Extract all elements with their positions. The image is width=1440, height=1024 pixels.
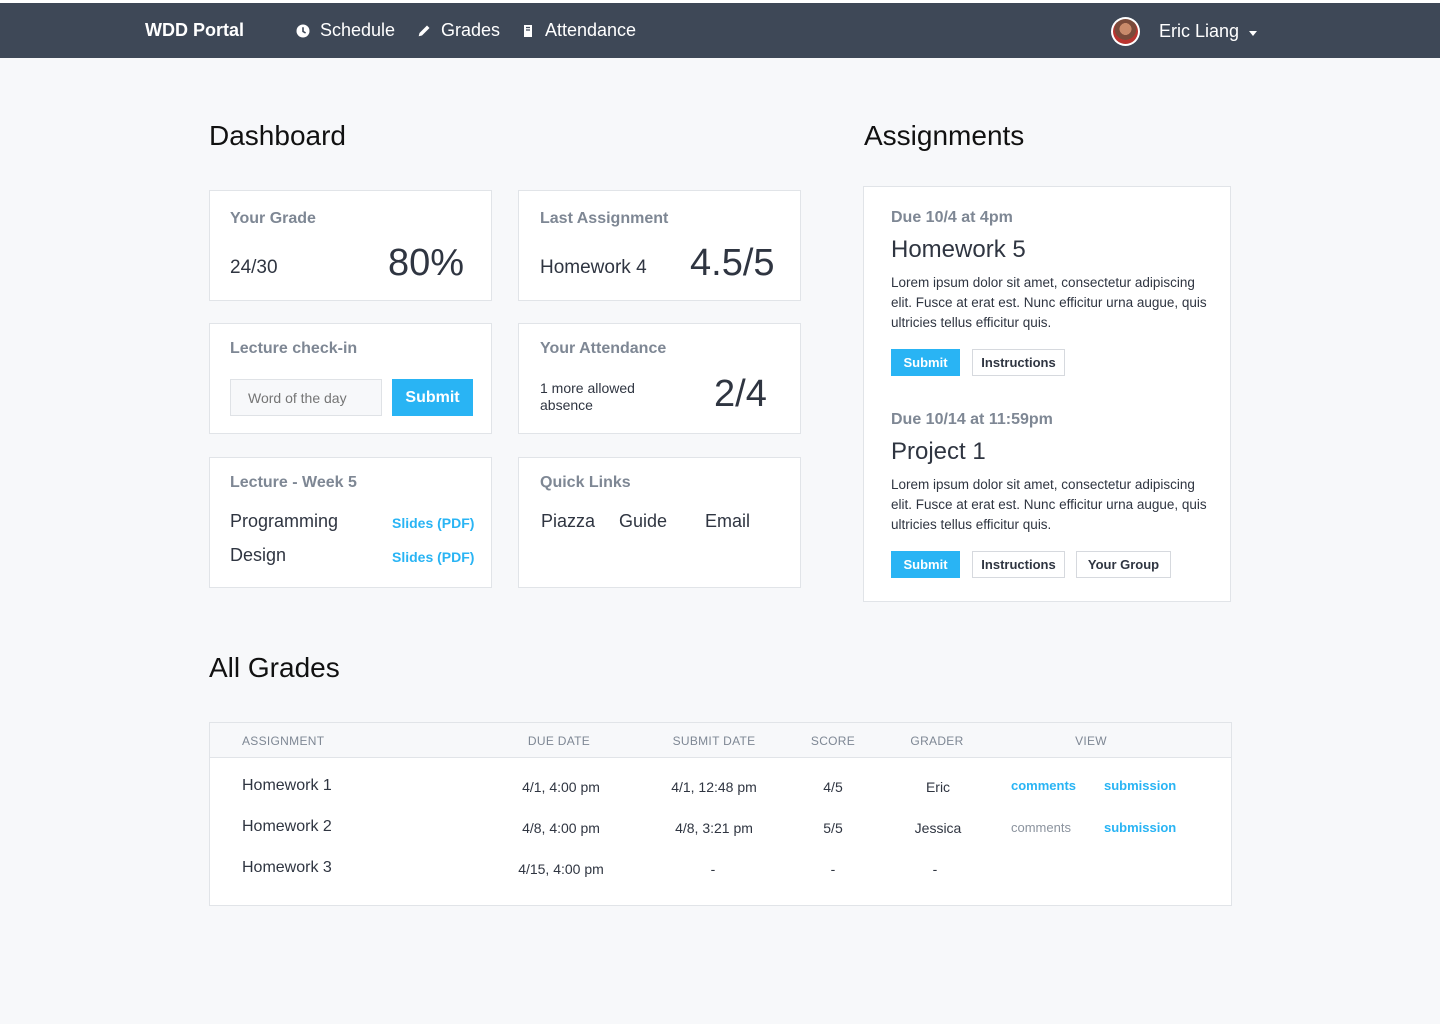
quick-links-card: Quick Links Piazza Guide Email: [518, 457, 801, 588]
assignment-submit-button[interactable]: Submit: [891, 349, 960, 376]
assignment-title: Homework 5: [891, 236, 1026, 263]
row-score: 4/5: [823, 779, 843, 795]
lecture-label: Lecture - Week 5: [230, 474, 357, 491]
submission-link[interactable]: submission: [1104, 778, 1176, 793]
brand-logo[interactable]: WDD Portal: [145, 20, 244, 41]
last-assignment-score: 4.5/5: [690, 242, 775, 284]
last-assignment-card: Last Assignment Homework 4 4.5/5: [518, 190, 801, 301]
header-assignment: ASSIGNMENT: [242, 734, 325, 748]
grades-table-header: ASSIGNMENT DUE DATE SUBMIT DATE SCORE GR…: [210, 723, 1231, 758]
assignment-due: Due 10/4 at 4pm: [891, 209, 1013, 226]
last-assignment-label: Last Assignment: [540, 210, 669, 227]
assignment-instructions-button[interactable]: Instructions: [972, 551, 1065, 578]
lecture-card: Lecture - Week 5 Programming Slides (PDF…: [209, 457, 492, 588]
header-score: SCORE: [810, 734, 856, 748]
user-menu[interactable]: Eric Liang: [1111, 17, 1258, 46]
header-grader: GRADER: [910, 734, 964, 748]
assignment-description: Lorem ipsum dolor sit amet, consectetur …: [891, 275, 1207, 330]
submission-link[interactable]: submission: [1104, 820, 1176, 835]
user-name: Eric Liang: [1159, 21, 1240, 41]
lecture-item-name: Design: [230, 545, 287, 565]
grade-fraction: 24/30: [230, 257, 278, 278]
assignments-card: Due 10/4 at 4pm Homework 5 Lorem ipsum d…: [863, 186, 1231, 602]
grade-percent: 80%: [388, 242, 465, 284]
comments-link[interactable]: comments: [1011, 778, 1076, 793]
nav-grades[interactable]: Grades: [417, 20, 500, 41]
nav-schedule[interactable]: Schedule: [296, 20, 395, 41]
row-assignment: Homework 1: [242, 777, 332, 794]
nav-grades-label: Grades: [441, 20, 501, 40]
notebook-icon: [524, 24, 532, 37]
row-submit-date: 4/1, 12:48 pm: [671, 779, 757, 795]
attendance-label: Your Attendance: [540, 340, 667, 357]
header-view: VIEW: [1075, 734, 1107, 748]
last-assignment-name: Homework 4: [540, 257, 647, 278]
attendance-note-line1: 1 more allowed: [540, 380, 635, 396]
grades-table: ASSIGNMENT DUE DATE SUBMIT DATE SCORE GR…: [209, 722, 1232, 906]
your-grade-card: Your Grade 24/30 80%: [209, 190, 492, 301]
row-due-date: 4/15, 4:00 pm: [518, 861, 604, 877]
clock-icon: [296, 24, 310, 37]
row-grader: Eric: [925, 779, 951, 795]
lecture-checkin-card: Lecture check-in Submit: [209, 323, 492, 434]
checkin-label: Lecture check-in: [230, 340, 358, 357]
attendance-value: 2/4: [714, 373, 767, 415]
nav-attendance-label: Attendance: [545, 20, 637, 40]
comments-link[interactable]: comments: [1011, 820, 1071, 835]
row-assignment: Homework 2: [242, 818, 332, 835]
quick-links-label: Quick Links: [540, 474, 631, 491]
nav-schedule-label: Schedule: [320, 20, 396, 40]
avatar: [1111, 17, 1140, 46]
assignment-instructions-button[interactable]: Instructions: [972, 349, 1065, 376]
word-of-day-input[interactable]: [230, 379, 382, 416]
dashboard-title: Dashboard: [209, 120, 346, 151]
row-score: -: [830, 861, 836, 877]
quick-link-email[interactable]: Email: [705, 511, 750, 532]
row-grader: -: [932, 861, 938, 877]
your-grade-label: Your Grade: [230, 210, 316, 227]
top-navbar: WDD Portal Schedule Grades Attendance Er…: [0, 3, 1440, 58]
row-assignment: Homework 3: [242, 859, 332, 876]
row-due-date: 4/1, 4:00 pm: [522, 779, 600, 795]
row-submit-date: -: [710, 861, 716, 877]
quick-link-piazza[interactable]: Piazza: [541, 511, 595, 532]
assignment-description: Lorem ipsum dolor sit amet, consectetur …: [891, 477, 1207, 532]
header-submit-date: SUBMIT DATE: [672, 734, 756, 748]
assignment-title: Project 1: [891, 438, 986, 465]
slides-link[interactable]: Slides (PDF): [392, 515, 474, 531]
pencil-icon: [418, 25, 430, 36]
all-grades-title: All Grades: [209, 652, 340, 683]
your-group-button[interactable]: Your Group: [1076, 551, 1171, 578]
row-due-date: 4/8, 4:00 pm: [522, 820, 600, 836]
assignments-title: Assignments: [864, 120, 1025, 151]
assignment-submit-button[interactable]: Submit: [891, 551, 960, 578]
chevron-down-icon: [1249, 30, 1258, 36]
header-due-date: DUE DATE: [527, 734, 591, 748]
assignment-due: Due 10/14 at 11:59pm: [891, 411, 1053, 428]
lecture-item-name: Programming: [230, 511, 339, 531]
slides-link[interactable]: Slides (PDF): [392, 549, 474, 565]
row-grader: Jessica: [914, 820, 962, 836]
checkin-submit-button[interactable]: Submit: [392, 379, 473, 416]
row-submit-date: 4/8, 3:21 pm: [675, 820, 753, 836]
attendance-note-line2: absence: [540, 397, 593, 413]
attendance-card: Your Attendance 1 more allowed absence 2…: [518, 323, 801, 434]
nav-attendance[interactable]: Attendance: [521, 20, 636, 41]
row-score: 5/5: [823, 820, 843, 836]
quick-link-guide[interactable]: Guide: [619, 511, 667, 532]
